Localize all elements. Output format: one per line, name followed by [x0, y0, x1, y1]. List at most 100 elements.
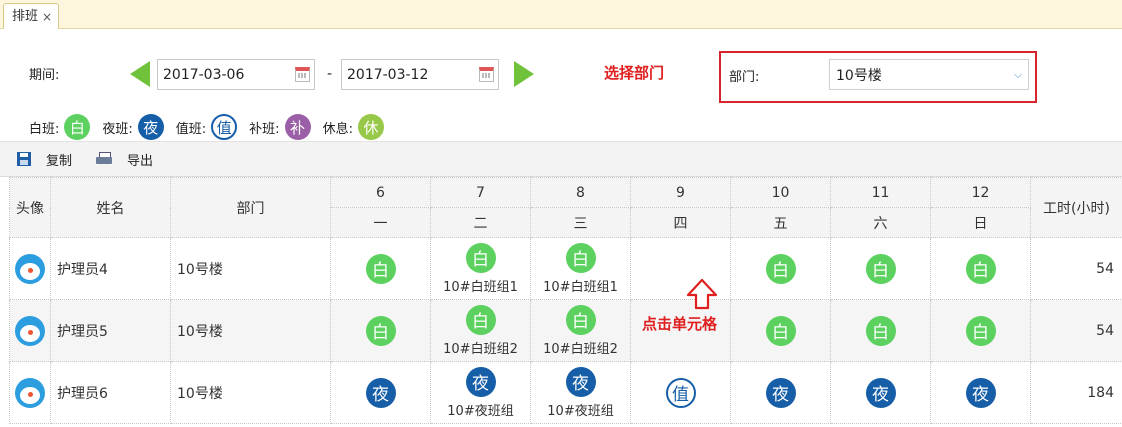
tab-label: 排班	[12, 8, 39, 24]
legend-label: 休息:	[322, 121, 353, 137]
shift-bai-icon[interactable]: 白	[765, 315, 796, 346]
shift-bai-icon[interactable]: 白	[565, 304, 596, 335]
work-hours: 54	[1030, 299, 1122, 362]
schedule-cell[interactable]: 白 10#白班组2	[430, 299, 531, 362]
shift-bai-icon[interactable]: 白	[765, 253, 796, 284]
header-department: 部门	[170, 177, 331, 238]
header-avatar: 头像	[9, 177, 51, 238]
schedule-cell[interactable]: 夜	[830, 361, 931, 424]
end-date-field[interactable]: 2017-03-12	[341, 59, 499, 90]
annotation-up-arrow-icon	[686, 278, 718, 310]
header-weekday: 二	[430, 207, 531, 238]
tab-bar: 排班 ×	[0, 0, 1122, 29]
department-selected-value: 10号楼	[836, 67, 882, 84]
legend-item-zhi: 值班: 值	[175, 114, 238, 140]
header-weekday: 三	[530, 207, 631, 238]
schedule-cell[interactable]: 白 10#白班组2	[530, 299, 631, 362]
shift-bai-icon[interactable]: 白	[965, 253, 996, 284]
chevron-down-icon[interactable]: ⌵	[1008, 60, 1028, 89]
shift-group-label: 10#夜班组	[447, 403, 514, 419]
tab-schedule[interactable]: 排班 ×	[3, 3, 60, 29]
shift-bai-icon[interactable]: 白	[565, 242, 596, 273]
shift-ye-icon[interactable]: 夜	[765, 377, 796, 408]
toolbar: 复制 导出	[0, 141, 1122, 177]
legend-item-bu: 补班: 补	[249, 114, 311, 140]
table-row: 护理员4 10号楼 白 白 10#白班组1 白 10#白班组1 白 白 白 54	[9, 237, 1122, 300]
legend-label: 值班:	[175, 121, 207, 137]
header-weekday: 五	[730, 207, 831, 238]
legend-item-ye: 夜班: 夜	[102, 114, 164, 140]
shift-bai-icon[interactable]: 白	[965, 315, 996, 346]
schedule-cell[interactable]: 白	[830, 299, 931, 362]
legend-label: 补班:	[249, 121, 280, 137]
shift-bai-icon[interactable]: 白	[465, 304, 496, 335]
schedule-cell[interactable]: 白 10#白班组1	[430, 237, 531, 300]
schedule-cell[interactable]: 夜 10#夜班组	[530, 361, 631, 424]
export-label: 导出	[127, 153, 154, 169]
header-weekday: 六	[830, 207, 931, 238]
shift-bai-icon[interactable]: 白	[365, 253, 396, 284]
schedule-cell[interactable]: 值	[630, 361, 731, 424]
header-weekday: 一	[330, 207, 431, 238]
header-date: 6	[330, 177, 431, 208]
header-hours: 工时(小时)	[1030, 177, 1122, 238]
schedule-grid: 头像 姓名 部门 6 7 8 9 10 11 12 工时(小时) 一二三四五六日 护理员4 10…	[9, 177, 1122, 424]
shift-ye-icon[interactable]: 夜	[565, 366, 596, 397]
staff-department: 10号楼	[170, 361, 331, 424]
legend-item-bai: 白班: 白	[29, 114, 91, 140]
date-separator: -	[327, 66, 333, 82]
work-hours: 184	[1030, 361, 1122, 424]
schedule-cell[interactable]: 白	[930, 299, 1031, 362]
shift-bai-icon[interactable]: 白	[465, 242, 496, 273]
schedule-cell[interactable]: 夜 10#夜班组	[430, 361, 531, 424]
printer-icon	[96, 152, 113, 166]
shift-ye-icon[interactable]: 夜	[465, 366, 496, 397]
avatar-cell	[9, 361, 51, 424]
table-row: 护理员6 10号楼 夜 夜 10#夜班组 夜 10#夜班组 值 夜 夜 夜 184	[9, 361, 1122, 424]
calendar-icon[interactable]	[295, 67, 310, 82]
shift-ye-icon[interactable]: 夜	[965, 377, 996, 408]
table-row: 护理员5 10号楼 白 白 10#白班组2 白 10#白班组2 白 白 白 54	[9, 299, 1122, 362]
previous-week-arrow-icon[interactable]	[130, 61, 150, 87]
header-name: 姓名	[50, 177, 171, 238]
header-date: 11	[830, 177, 931, 208]
schedule-cell[interactable]: 白 10#白班组1	[530, 237, 631, 300]
shift-bai-icon[interactable]: 白	[865, 315, 896, 346]
department-label: 部门:	[729, 70, 760, 85]
schedule-cell[interactable]: 夜	[730, 361, 831, 424]
shift-bai-icon[interactable]: 白	[865, 253, 896, 284]
legend-item-xiu: 休息: 休	[323, 114, 384, 140]
schedule-cell[interactable]: 白	[730, 237, 831, 300]
schedule-cell[interactable]: 夜	[330, 361, 431, 424]
schedule-cell[interactable]: 白	[830, 237, 931, 300]
staff-department: 10号楼	[170, 299, 331, 362]
schedule-cell[interactable]: 白	[730, 299, 831, 362]
export-button[interactable]: 导出	[96, 150, 153, 169]
schedule-cell[interactable]: 白	[930, 237, 1031, 300]
header-date: 12	[930, 177, 1031, 208]
schedule-cell[interactable]: 白	[330, 299, 431, 362]
shift-group-label: 10#白班组1	[443, 279, 518, 295]
start-date-field[interactable]: 2017-03-06	[157, 59, 315, 90]
work-hours: 54	[1030, 237, 1122, 300]
shift-legend: 白班: 白夜班: 夜值班: 值补班: 补休息: 休	[29, 114, 396, 140]
shift-ye-icon[interactable]: 夜	[865, 377, 896, 408]
header-date: 9	[630, 177, 731, 208]
avatar-cell	[9, 299, 51, 362]
close-icon[interactable]: ×	[42, 5, 52, 29]
schedule-cell[interactable]: 夜	[930, 361, 1031, 424]
shift-zhi-icon[interactable]: 值	[665, 377, 696, 408]
copy-button[interactable]: 复制	[17, 150, 72, 169]
legend-label: 白班:	[29, 121, 60, 137]
shift-ye-icon[interactable]: 夜	[365, 377, 396, 408]
annotation-click-cell: 点击单元格	[642, 315, 718, 333]
calendar-icon[interactable]	[479, 67, 494, 82]
shift-xiu-icon: 休	[357, 114, 384, 140]
next-week-arrow-icon[interactable]	[514, 61, 534, 87]
shift-ye-icon: 夜	[137, 114, 164, 140]
header-date: 7	[430, 177, 531, 208]
staff-department: 10号楼	[170, 237, 331, 300]
department-select[interactable]: 10号楼 ⌵	[829, 59, 1029, 90]
schedule-cell[interactable]: 白	[330, 237, 431, 300]
shift-bai-icon[interactable]: 白	[365, 315, 396, 346]
